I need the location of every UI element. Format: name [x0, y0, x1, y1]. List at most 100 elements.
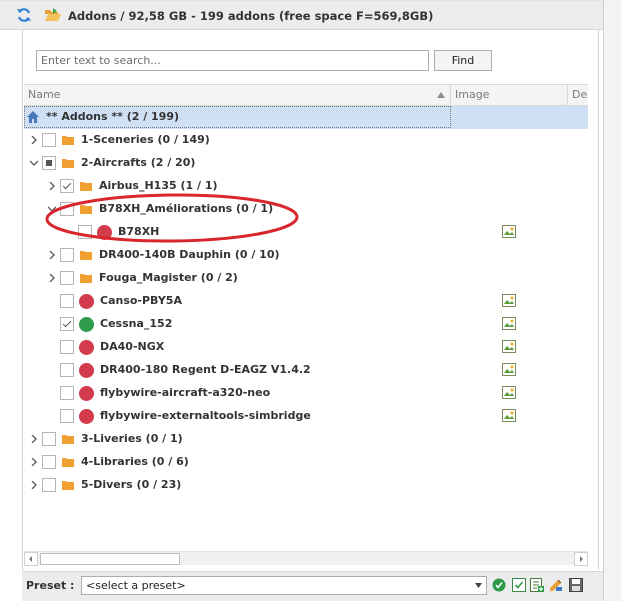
image-icon[interactable] [502, 363, 516, 376]
tree-row[interactable]: 4-Libraries (0 / 6) [24, 451, 588, 474]
chevron-down-icon[interactable] [48, 205, 56, 213]
tree-row[interactable]: 2-Aircrafts (2 / 20) [24, 152, 588, 175]
chevron-right-icon[interactable] [48, 182, 56, 190]
checkbox[interactable] [60, 386, 74, 400]
status-error-icon [79, 363, 94, 378]
tree-item-label: DA40-NGX [100, 340, 165, 353]
checkbox[interactable] [42, 133, 56, 147]
image-icon[interactable] [502, 409, 516, 422]
status-error-icon [79, 340, 94, 355]
checkbox[interactable] [42, 432, 56, 446]
folder-icon [62, 136, 74, 145]
checkbox[interactable] [60, 363, 74, 377]
image-icon[interactable] [502, 340, 516, 353]
checkbox[interactable] [60, 317, 74, 331]
checkbox[interactable] [60, 248, 74, 262]
tree-row[interactable]: B78XH [24, 221, 588, 244]
title-bar: Addons / 92,58 GB - 199 addons (free spa… [0, 0, 603, 30]
tree-root-label: ** Addons ** (2 / 199) [46, 110, 180, 123]
tree-row[interactable]: Canso-PBY5A [24, 290, 588, 313]
chevron-right-icon[interactable] [48, 274, 56, 282]
save-preset-icon[interactable] [569, 578, 583, 592]
preset-bar: Preset : <select a preset> [22, 571, 603, 601]
tree-item-label: 5-Divers (0 / 23) [81, 478, 182, 491]
chevron-right-icon[interactable] [30, 458, 38, 466]
status-error-icon [79, 409, 94, 424]
folder-icon [80, 251, 92, 260]
tree-row[interactable]: flybywire-externaltools-simbridge [24, 405, 588, 428]
column-description[interactable]: Desc [568, 85, 588, 106]
tree-row[interactable]: 3-Liveries (0 / 1) [24, 428, 588, 451]
preset-selected-value: <select a preset> [86, 579, 186, 592]
checkbox[interactable] [42, 156, 56, 170]
status-error-icon [97, 225, 112, 240]
tree-row[interactable]: B78XH_Améliorations (0 / 1) [24, 198, 588, 221]
column-image[interactable]: Image [451, 85, 568, 106]
folder-open-icon[interactable] [44, 7, 62, 23]
tree-row[interactable]: Airbus_H135 (1 / 1) [24, 175, 588, 198]
edit-preset-icon[interactable] [549, 578, 563, 592]
checkbox[interactable] [60, 294, 74, 308]
tree-row[interactable]: DA40-NGX [24, 336, 588, 359]
tree-item-label: 4-Libraries (0 / 6) [81, 455, 189, 468]
chevron-right-icon[interactable] [48, 251, 56, 259]
checkbox[interactable] [78, 225, 92, 239]
scroll-thumb[interactable] [40, 553, 180, 565]
apply-preset-icon[interactable] [492, 578, 506, 592]
window-edge [603, 0, 621, 601]
scroll-right-button[interactable] [574, 552, 588, 566]
tree-item-label: Airbus_H135 (1 / 1) [99, 179, 218, 192]
tree-row[interactable]: Cessna_152 [24, 313, 588, 336]
checkbox[interactable] [42, 455, 56, 469]
horizontal-scrollbar[interactable] [24, 551, 588, 566]
tree-row[interactable]: Fouga_Magister (0 / 2) [24, 267, 588, 290]
column-description-label: Desc [572, 88, 588, 101]
tree-row[interactable]: flybywire-aircraft-a320-neo [24, 382, 588, 405]
tree-item-label: 1-Sceneries (0 / 149) [81, 133, 210, 146]
image-icon[interactable] [502, 317, 516, 330]
chevron-right-icon[interactable] [30, 481, 38, 489]
checkbox[interactable] [42, 478, 56, 492]
checkbox[interactable] [60, 409, 74, 423]
tree-row[interactable]: DR400-140B Dauphin (0 / 10) [24, 244, 588, 267]
chevron-right-icon[interactable] [30, 136, 38, 144]
chevron-down-icon[interactable] [30, 159, 38, 167]
frame-left [22, 30, 23, 570]
add-preset-icon[interactable] [530, 578, 544, 592]
addons-tree[interactable]: ** Addons ** (2 / 199) 1-Sceneries (0 / … [24, 106, 588, 546]
preset-select[interactable]: <select a preset> [81, 576, 487, 595]
chevron-right-icon [580, 556, 583, 562]
checkbox[interactable] [60, 271, 74, 285]
find-button[interactable]: Find [434, 50, 492, 71]
check-all-icon[interactable] [512, 578, 526, 592]
home-icon [27, 111, 39, 123]
sort-ascending-icon [437, 92, 445, 98]
image-icon[interactable] [502, 294, 516, 307]
tree-item-label: B78XH_Améliorations (0 / 1) [99, 202, 274, 215]
checkbox[interactable] [60, 340, 74, 354]
tree-item-label: DR400-180 Regent D-EAGZ V1.4.2 [100, 363, 311, 376]
image-icon[interactable] [502, 225, 516, 238]
column-name[interactable]: Name [24, 85, 451, 106]
chevron-down-icon [475, 583, 482, 588]
tree-item-label: flybywire-aircraft-a320-neo [100, 386, 271, 399]
folder-icon [80, 182, 92, 191]
frame-right [598, 30, 599, 570]
tree-item-label: flybywire-externaltools-simbridge [100, 409, 311, 422]
checkbox[interactable] [60, 202, 74, 216]
tree-root-row[interactable]: ** Addons ** (2 / 199) [24, 106, 588, 129]
folder-icon [62, 458, 74, 467]
chevron-right-icon[interactable] [30, 435, 38, 443]
checkbox[interactable] [60, 179, 74, 193]
image-icon[interactable] [502, 386, 516, 399]
column-name-label: Name [28, 88, 61, 101]
tree-row[interactable]: 5-Divers (0 / 23) [24, 474, 588, 497]
scroll-left-button[interactable] [24, 552, 38, 566]
folder-icon [62, 481, 74, 490]
search-input[interactable] [36, 50, 429, 71]
refresh-icon[interactable] [16, 7, 32, 23]
preset-label: Preset : [26, 579, 75, 592]
tree-row[interactable]: DR400-180 Regent D-EAGZ V1.4.2 [24, 359, 588, 382]
chevron-left-icon [29, 556, 32, 562]
tree-row[interactable]: 1-Sceneries (0 / 149) [24, 129, 588, 152]
